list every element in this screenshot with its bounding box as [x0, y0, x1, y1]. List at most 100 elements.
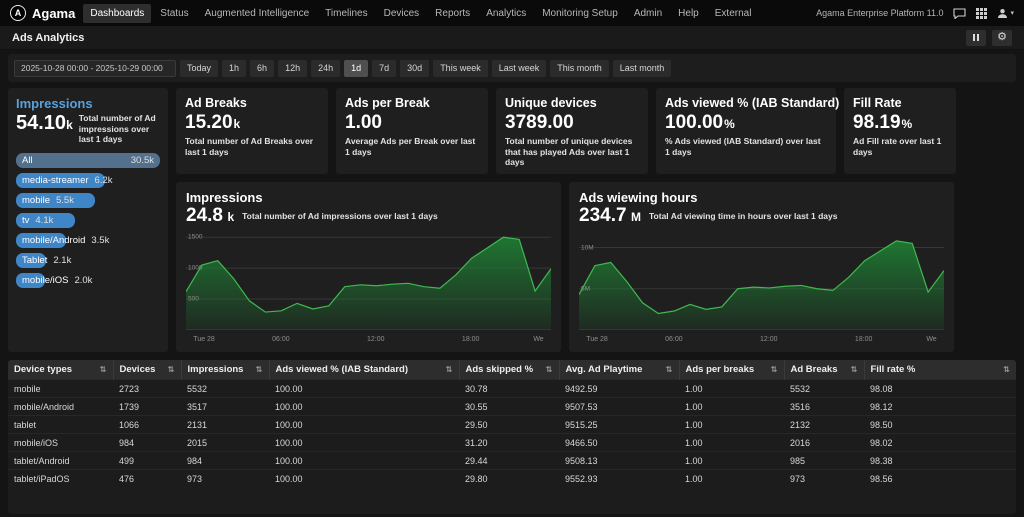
- sort-icon[interactable]: ⇅: [851, 365, 858, 374]
- range-button-30d[interactable]: 30d: [400, 60, 429, 77]
- range-button-12h[interactable]: 12h: [278, 60, 307, 77]
- user-menu[interactable]: ▾: [997, 8, 1014, 19]
- cell: 3516: [784, 398, 864, 416]
- column-header-device-types[interactable]: Device types⇅: [8, 360, 113, 380]
- kpi-row: Ad Breaks 15.20k Total number of Ad Brea…: [176, 88, 1016, 174]
- sort-icon[interactable]: ⇅: [256, 365, 263, 374]
- cell: 1.00: [679, 380, 784, 398]
- main-area: Ad Breaks 15.20k Total number of Ad Brea…: [176, 88, 1016, 352]
- column-header-devices[interactable]: Devices⇅: [113, 360, 181, 380]
- range-button-1d[interactable]: 1d: [344, 60, 368, 77]
- bar-row-media-streamer[interactable]: media-streamer 6.2k: [16, 173, 160, 188]
- bar-row-tablet[interactable]: Tablet 2.1k: [16, 253, 160, 268]
- range-button-6h[interactable]: 6h: [250, 60, 274, 77]
- sort-icon[interactable]: ⇅: [546, 365, 553, 374]
- cell: 2015: [181, 434, 269, 452]
- range-button-this-month[interactable]: This month: [550, 60, 609, 77]
- bar-row-mobile-ios[interactable]: mobile/iOS 2.0k: [16, 273, 160, 288]
- cell: 98.38: [864, 452, 1016, 470]
- nav-item-status[interactable]: Status: [153, 4, 195, 23]
- title-bar-actions: ⚙: [966, 30, 1012, 46]
- cell: 2132: [784, 416, 864, 434]
- settings-button[interactable]: ⚙: [992, 30, 1012, 46]
- nav-item-help[interactable]: Help: [671, 4, 706, 23]
- nav-item-monitoring-setup[interactable]: Monitoring Setup: [535, 4, 625, 23]
- cell: 98.08: [864, 380, 1016, 398]
- chart-row: Impressions 24.8 k Total number of Ad im…: [176, 182, 1016, 352]
- range-button-today[interactable]: Today: [180, 60, 218, 77]
- chart-description: Total Ad viewing time in hours over last…: [649, 211, 837, 222]
- table-row[interactable]: tablet/Android499984100.0029.449508.131.…: [8, 452, 1016, 470]
- kpi-card-unique-devices: Unique devices 3789.00 Total number of u…: [496, 88, 648, 174]
- panel-title: Impressions: [16, 96, 160, 111]
- nav-item-admin[interactable]: Admin: [627, 4, 669, 23]
- bar-value: 6.2k: [95, 175, 113, 186]
- cell: 98.50: [864, 416, 1016, 434]
- column-header-ads-viewed[interactable]: Ads viewed % (IAB Standard)⇅: [269, 360, 459, 380]
- brand[interactable]: A Agama: [10, 5, 75, 21]
- cell: 98.12: [864, 398, 1016, 416]
- cell-device-type: tablet: [8, 416, 113, 434]
- sort-icon[interactable]: ⇅: [446, 365, 453, 374]
- bar-value: 4.1k: [35, 215, 53, 226]
- sort-icon[interactable]: ⇅: [168, 365, 175, 374]
- bar-row-mobile-android[interactable]: mobile/Android 3.5k: [16, 233, 160, 248]
- table-header-row: Device types⇅ Devices⇅ Impressions⇅ Ads …: [8, 360, 1016, 380]
- table-row[interactable]: mobile/Android17393517100.0030.559507.53…: [8, 398, 1016, 416]
- range-button-this-week[interactable]: This week: [433, 60, 488, 77]
- bar-row-mobile[interactable]: mobile 5.5k: [16, 193, 160, 208]
- table-row[interactable]: tablet/iPadOS476973100.0029.809552.931.0…: [8, 470, 1016, 488]
- nav-item-external[interactable]: External: [708, 4, 759, 23]
- column-header-ads-skipped[interactable]: Ads skipped %⇅: [459, 360, 559, 380]
- nav-item-augmented-intelligence[interactable]: Augmented Intelligence: [198, 4, 317, 23]
- kpi-value: 100.00%: [665, 113, 827, 133]
- pause-icon: [973, 34, 979, 41]
- column-header-impressions[interactable]: Impressions⇅: [181, 360, 269, 380]
- pause-button[interactable]: [966, 30, 986, 46]
- cell: 476: [113, 470, 181, 488]
- column-header-ads-per-breaks[interactable]: Ads per breaks⇅: [679, 360, 784, 380]
- content: Impressions 54.10k Total number of Ad im…: [0, 82, 1024, 352]
- bar-value: 30.5k: [131, 155, 154, 166]
- range-button-7d[interactable]: 7d: [372, 60, 396, 77]
- column-header-fill-rate[interactable]: Fill rate %⇅: [864, 360, 1016, 380]
- nav-item-devices[interactable]: Devices: [377, 4, 427, 23]
- impressions-total: 54.10k: [16, 113, 73, 134]
- cell: 973: [181, 470, 269, 488]
- cell-device-type: mobile/iOS: [8, 434, 113, 452]
- bar-row-tv[interactable]: tv 4.1k: [16, 213, 160, 228]
- bar-row-all[interactable]: All 30.5k: [16, 153, 160, 168]
- range-button-1h[interactable]: 1h: [222, 60, 246, 77]
- sort-icon[interactable]: ⇅: [100, 365, 107, 374]
- chat-icon[interactable]: [953, 8, 966, 19]
- cell: 5532: [181, 380, 269, 398]
- viewing-hours-area-chart[interactable]: 5M10MTue 2806:0012:0018:00We: [579, 231, 944, 343]
- column-header-avg-playtime[interactable]: Avg. Ad Playtime⇅: [559, 360, 679, 380]
- sort-icon[interactable]: ⇅: [1003, 365, 1010, 374]
- table-row[interactable]: mobile27235532100.0030.789492.591.005532…: [8, 380, 1016, 398]
- cell: 9508.13: [559, 452, 679, 470]
- range-button-24h[interactable]: 24h: [311, 60, 340, 77]
- kpi-title: Unique devices: [505, 96, 639, 110]
- range-button-last-month[interactable]: Last month: [613, 60, 672, 77]
- nav-item-analytics[interactable]: Analytics: [479, 4, 533, 23]
- impressions-area-chart[interactable]: 50010001500Tue 2806:0012:0018:00We: [186, 231, 551, 343]
- cell: 9492.59: [559, 380, 679, 398]
- date-range-input[interactable]: [14, 60, 176, 77]
- apps-grid-icon[interactable]: [976, 8, 987, 19]
- nav-item-reports[interactable]: Reports: [428, 4, 477, 23]
- nav-item-dashboards[interactable]: Dashboards: [83, 4, 151, 23]
- column-header-ad-breaks[interactable]: Ad Breaks⇅: [784, 360, 864, 380]
- table-row[interactable]: tablet10662131100.0029.509515.251.002132…: [8, 416, 1016, 434]
- range-button-last-week[interactable]: Last week: [492, 60, 547, 77]
- nav-item-timelines[interactable]: Timelines: [318, 4, 374, 23]
- sort-icon[interactable]: ⇅: [666, 365, 673, 374]
- bar-label: Tablet: [22, 255, 47, 266]
- sort-icon[interactable]: ⇅: [771, 365, 778, 374]
- bar-value: 3.5k: [91, 235, 109, 246]
- cell: 1.00: [679, 434, 784, 452]
- cell: 9552.93: [559, 470, 679, 488]
- table-row[interactable]: mobile/iOS9842015100.0031.209466.501.002…: [8, 434, 1016, 452]
- cell: 499: [113, 452, 181, 470]
- cell: 984: [113, 434, 181, 452]
